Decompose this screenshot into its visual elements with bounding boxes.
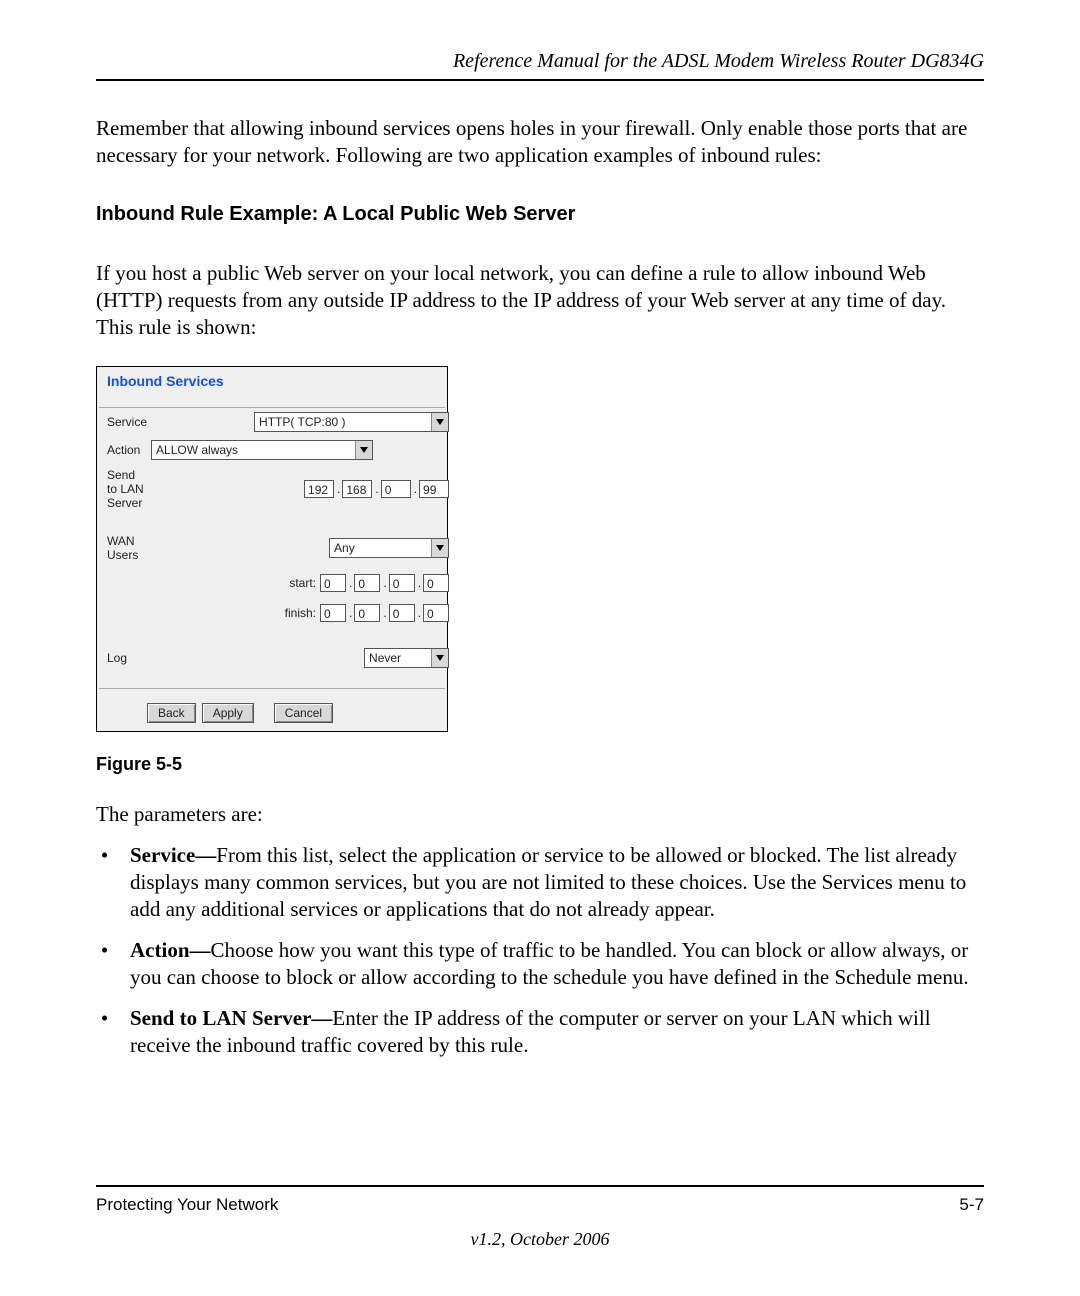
footer-page-number: 5-7	[959, 1195, 984, 1215]
wan-users-finish-label: finish:	[151, 606, 320, 620]
wan-users-start-ip[interactable]: 0. 0. 0. 0	[320, 574, 449, 592]
dialog-title: Inbound Services	[99, 367, 445, 408]
send-to-lan-server-ip[interactable]: 192. 168. 0. 99	[304, 480, 449, 498]
footer-version: v1.2, October 2006	[96, 1229, 984, 1250]
action-label: Action	[105, 436, 149, 464]
chevron-down-icon	[431, 649, 448, 667]
back-button[interactable]: Back	[147, 703, 196, 723]
parameter-list: Service—From this list, select the appli…	[96, 842, 984, 1058]
chevron-down-icon	[431, 413, 448, 431]
list-item: Action—Choose how you want this type of …	[124, 937, 984, 991]
section-heading: Inbound Rule Example: A Local Public Web…	[96, 203, 984, 226]
action-select[interactable]: ALLOW always	[151, 440, 373, 460]
figure-caption: Figure 5-5	[96, 754, 984, 775]
inbound-services-dialog: Inbound Services Service HTTP( TCP:80 )	[96, 366, 448, 732]
params-intro: The parameters are:	[96, 801, 984, 828]
intro-paragraph: Remember that allowing inbound services …	[96, 115, 984, 169]
log-select[interactable]: Never	[364, 648, 449, 668]
section-paragraph: If you host a public Web server on your …	[96, 260, 984, 341]
cancel-button[interactable]: Cancel	[274, 703, 333, 723]
page-header: Reference Manual for the ADSL Modem Wire…	[96, 50, 984, 81]
wan-users-select[interactable]: Any	[329, 538, 449, 558]
list-item: Service—From this list, select the appli…	[124, 842, 984, 923]
list-item: Send to LAN Server—Enter the IP address …	[124, 1005, 984, 1059]
service-label: Service	[105, 408, 149, 436]
divider	[99, 688, 445, 689]
log-label: Log	[105, 644, 149, 672]
chevron-down-icon	[431, 539, 448, 557]
wan-users-label: WAN Users	[105, 530, 149, 566]
send-to-lan-server-label: Send to LAN Server	[105, 464, 149, 514]
wan-users-start-label: start:	[151, 576, 320, 590]
service-select[interactable]: HTTP( TCP:80 )	[254, 412, 449, 432]
wan-users-finish-ip[interactable]: 0. 0. 0. 0	[320, 604, 449, 622]
apply-button[interactable]: Apply	[202, 703, 254, 723]
chevron-down-icon	[355, 441, 372, 459]
footer-section: Protecting Your Network	[96, 1195, 278, 1215]
